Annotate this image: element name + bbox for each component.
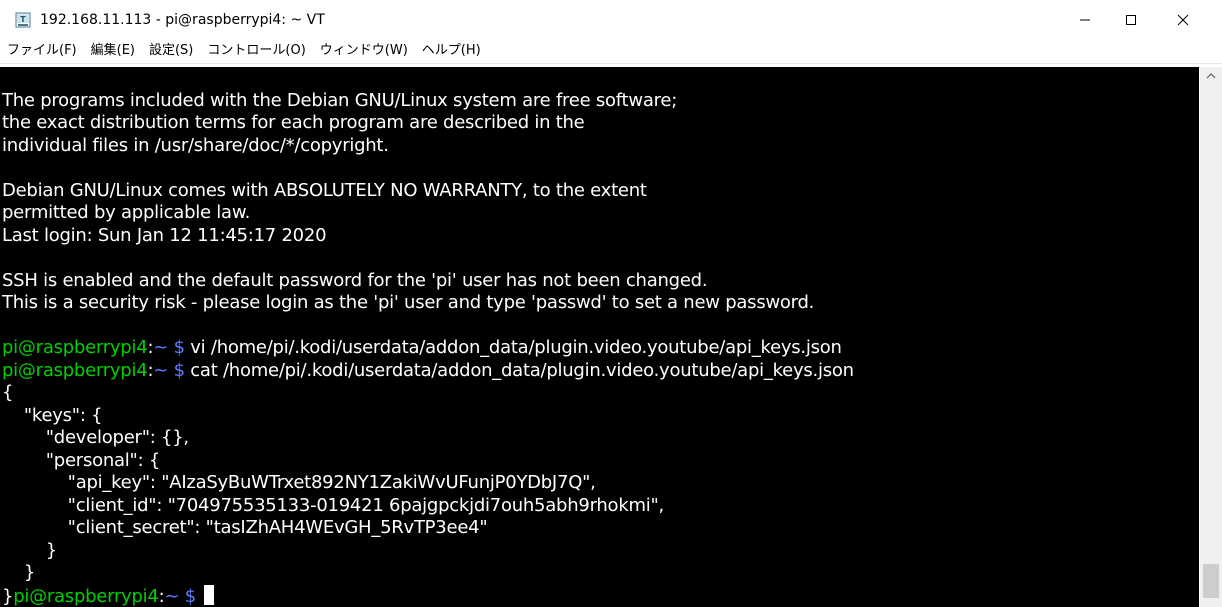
svg-text:T: T [20,15,26,24]
close-icon [1177,14,1189,26]
teraterm-icon: T [15,12,31,28]
prompt-line: pi@raspberrypi4:~ $ vi /home/pi/.kodi/us… [2,337,1197,360]
prompt-dollar: $ [179,585,196,607]
text-cursor [204,584,214,605]
terminal-line: Debian GNU/Linux comes with ABSOLUTELY N… [2,179,647,201]
terminal-line: the exact distribution terms for each pr… [2,112,585,133]
menu-setup[interactable]: 設定(S) [142,40,200,62]
prompt-line: pi@raspberrypi4:~ $ cat /home/pi/.kodi/u… [2,360,1197,383]
menu-window[interactable]: ウィンドウ(W) [313,40,415,62]
json-line: { [2,382,14,403]
menu-bar: ファイル(F) 編集(E) 設定(S) コントロール(O) ウィンドウ(W) ヘ… [0,40,1222,62]
terminal-line: Last login: Sun Jan 12 11:45:17 2020 [2,224,327,246]
title-bar[interactable]: T 192.168.11.113 - pi@raspberrypi4: ~ VT [0,0,1222,40]
prompt-command: cat /home/pi/.kodi/userdata/addon_data/p… [184,359,854,381]
prompt-path: ~ [164,585,180,607]
prompt-prefix: } [2,585,14,607]
terminal-line: The programs included with the Debian GN… [2,89,678,111]
minimize-icon [1080,19,1090,21]
menu-divider [0,63,1222,64]
json-line: "developer": {}, [2,427,189,448]
prompt-user: pi@raspberrypi4 [2,337,148,358]
json-line: "keys": { [2,404,103,426]
json-line: } [2,562,36,583]
close-button[interactable] [1160,0,1206,40]
prompt-user: pi@raspberrypi4 [2,359,148,381]
vertical-scrollbar[interactable] [1200,67,1222,607]
prompt-path: ~ [153,337,169,358]
scroll-thumb[interactable] [1203,564,1219,598]
prompt-dollar: $ [168,359,185,381]
terminal-line: permitted by applicable law. [2,202,251,223]
menu-file[interactable]: ファイル(F) [0,40,84,62]
current-prompt-line: }pi@raspberrypi4:~ $ [2,584,1197,607]
terminal-line: SSH is enabled and the default password … [2,269,708,291]
maximize-button[interactable] [1108,0,1154,40]
menu-edit[interactable]: 編集(E) [84,40,142,62]
chevron-up-icon [1206,73,1216,79]
json-line: "personal": { [2,449,161,471]
prompt-dollar: $ [168,337,185,358]
prompt-path: ~ [153,359,169,381]
menu-help[interactable]: ヘルプ(H) [415,40,488,62]
json-line: "client_secret": "tasIZhAH4WEvGH_5RvTP3e… [2,517,488,538]
json-line: "api_key": "AIzaSyBuWTrxet892NY1ZakiWvUF… [2,472,596,493]
scroll-up-button[interactable] [1200,67,1222,85]
terminal-area[interactable]: The programs included with the Debian GN… [0,67,1199,607]
prompt-command: vi /home/pi/.kodi/userdata/addon_data/pl… [184,337,842,358]
terminal-line: individual files in /usr/share/doc/*/cop… [2,134,389,156]
minimize-button[interactable] [1062,0,1108,40]
terminal-line: This is a security risk - please login a… [2,292,815,313]
prompt-user: pi@raspberrypi4 [13,585,159,607]
json-line: } [2,539,57,561]
maximize-icon [1126,15,1136,25]
terminal-window: T 192.168.11.113 - pi@raspberrypi4: ~ VT… [0,0,1222,607]
menu-control[interactable]: コントロール(O) [200,40,312,62]
terminal-output: The programs included with the Debian GN… [2,67,1197,607]
json-line: "client_id": "704975535133-019421 6pajgp… [2,494,665,516]
window-title: 192.168.11.113 - pi@raspberrypi4: ~ VT [40,12,325,28]
